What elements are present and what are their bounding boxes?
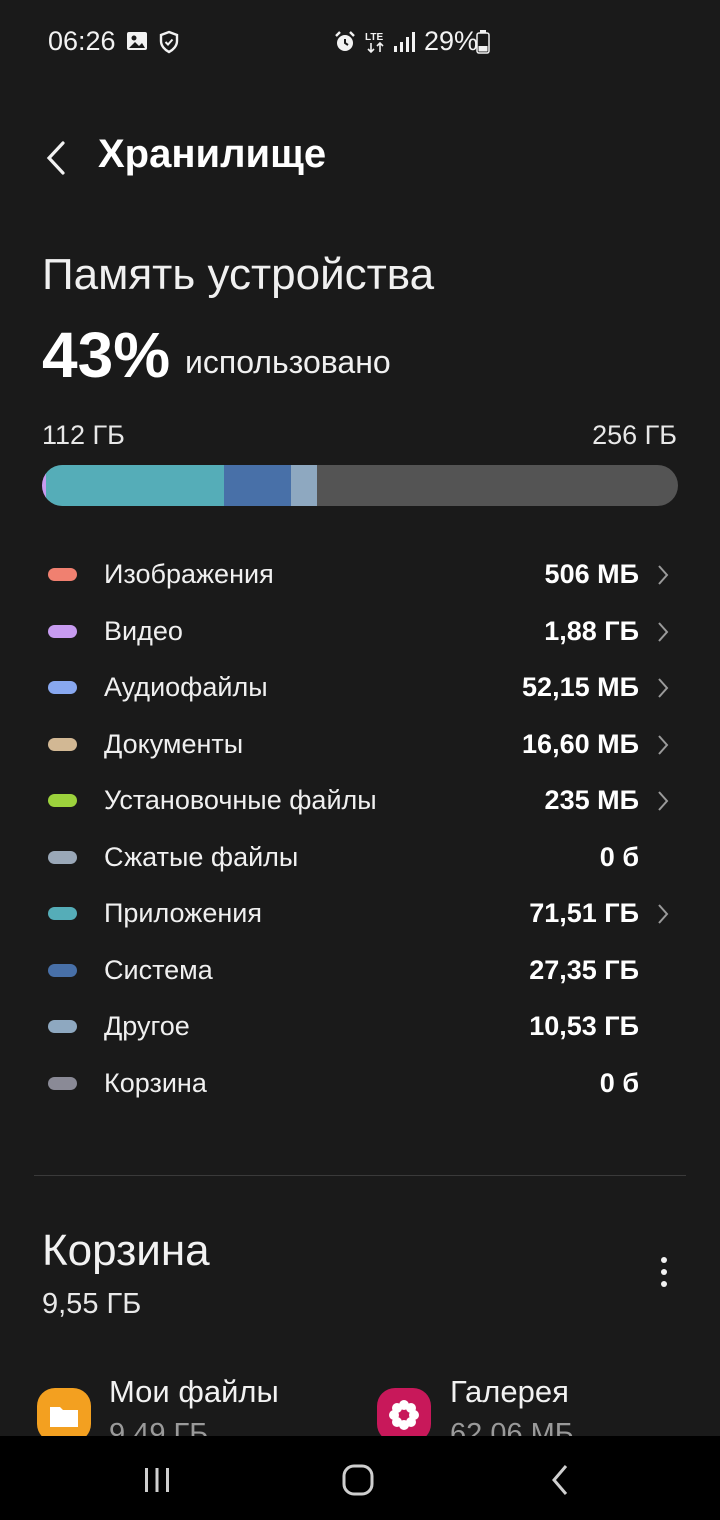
category-color-dot bbox=[48, 850, 77, 864]
svg-text:LTE: LTE bbox=[365, 32, 383, 43]
app-size: 62,06 МБ bbox=[450, 1418, 574, 1436]
category-value: 71,51 ГБ bbox=[529, 898, 639, 928]
nav-back-button[interactable] bbox=[530, 1458, 590, 1502]
more-options-button[interactable] bbox=[646, 1252, 682, 1292]
category-value: 0 б bbox=[599, 1067, 639, 1098]
category-list: Изображения 506 МБ Видео 1,88 ГБ Аудиофайлы 5… bbox=[0, 546, 720, 1111]
category-label: Приложения bbox=[104, 898, 262, 928]
battery-icon bbox=[476, 30, 490, 59]
folder-icon bbox=[37, 1388, 91, 1436]
signal-icon bbox=[393, 32, 415, 57]
status-bar: 06:26 LTE 29% bbox=[0, 0, 720, 84]
app-size: 9,49 ГБ bbox=[109, 1418, 209, 1436]
total-amount: 256 ГБ bbox=[592, 420, 677, 450]
more-vert-icon bbox=[661, 1257, 667, 1287]
chevron-right-icon bbox=[658, 791, 669, 811]
usage-segment bbox=[223, 465, 291, 506]
used-label: использовано bbox=[185, 344, 391, 380]
trash-app-gallery[interactable]: Галерея 62,06 МБ bbox=[377, 1370, 677, 1436]
category-color-dot bbox=[48, 624, 77, 638]
category-row: Другое 10,53 ГБ bbox=[0, 998, 720, 1055]
category-row: Система 27,35 ГБ bbox=[0, 942, 720, 999]
category-label: Корзина bbox=[104, 1067, 207, 1098]
device-memory-title: Память устройства bbox=[42, 250, 435, 299]
category-label: Сжатые файлы bbox=[104, 841, 299, 872]
used-percent: 43% bbox=[42, 319, 171, 391]
used-amount: 112 ГБ bbox=[42, 420, 125, 450]
recents-icon bbox=[145, 1468, 169, 1492]
page-title: Хранилище bbox=[98, 132, 327, 176]
category-color-dot bbox=[48, 963, 77, 977]
category-color-dot bbox=[48, 737, 77, 751]
category-row: Корзина 0 б bbox=[0, 1055, 720, 1112]
navigation-bar bbox=[0, 1436, 720, 1520]
storage-usage-bar bbox=[42, 465, 678, 506]
shield-icon bbox=[158, 30, 180, 59]
category-row[interactable]: Установочные файлы 235 МБ bbox=[0, 772, 720, 829]
trash-title: Корзина bbox=[42, 1226, 210, 1275]
home-icon bbox=[342, 1464, 374, 1496]
chevron-right-icon bbox=[658, 678, 669, 698]
chevron-right-icon bbox=[658, 565, 669, 585]
app-name: Галерея bbox=[450, 1374, 569, 1409]
category-color-dot bbox=[48, 681, 77, 694]
divider bbox=[34, 1175, 686, 1176]
back-button[interactable] bbox=[34, 130, 78, 186]
trash-app-my-files[interactable]: Мои файлы 9,49 ГБ bbox=[37, 1370, 337, 1436]
category-color-dot bbox=[48, 907, 77, 920]
category-row[interactable]: Документы 16,60 МБ bbox=[0, 716, 720, 773]
lte-icon: LTE bbox=[365, 30, 387, 59]
image-icon bbox=[126, 30, 148, 57]
category-value: 1,88 ГБ bbox=[544, 615, 639, 646]
category-value: 27,35 ГБ bbox=[529, 954, 639, 985]
battery-percent: 29% bbox=[424, 26, 479, 56]
recents-button[interactable] bbox=[127, 1458, 187, 1502]
category-row[interactable]: Аудиофайлы 52,15 МБ bbox=[0, 659, 720, 716]
category-value: 235 МБ bbox=[544, 785, 639, 815]
chevron-right-icon bbox=[658, 904, 669, 924]
trash-size: 9,55 ГБ bbox=[42, 1288, 142, 1320]
status-time: 06:26 bbox=[48, 26, 116, 56]
category-label: Другое bbox=[104, 1011, 190, 1041]
usage-segment bbox=[290, 465, 317, 506]
app-bar: Хранилище bbox=[0, 120, 720, 200]
category-value: 0 б bbox=[599, 841, 639, 872]
category-row[interactable]: Изображения 506 МБ bbox=[0, 546, 720, 603]
category-label: Видео bbox=[104, 615, 183, 646]
alarm-icon bbox=[333, 30, 357, 59]
category-row: Сжатые файлы 0 б bbox=[0, 829, 720, 886]
usage-segment bbox=[45, 465, 224, 506]
category-row[interactable]: Приложения 71,51 ГБ bbox=[0, 885, 720, 942]
category-value: 10,53 ГБ bbox=[529, 1011, 639, 1041]
app-name: Мои файлы bbox=[109, 1374, 279, 1409]
category-label: Система bbox=[104, 954, 213, 985]
flower-icon bbox=[377, 1388, 431, 1436]
category-value: 506 МБ bbox=[544, 559, 639, 589]
chevron-left-icon bbox=[46, 141, 65, 175]
category-color-dot bbox=[48, 794, 77, 807]
category-value: 16,60 МБ bbox=[522, 728, 639, 759]
category-color-dot bbox=[48, 1076, 77, 1090]
chevron-right-icon bbox=[658, 621, 669, 642]
home-button[interactable] bbox=[328, 1458, 388, 1502]
back-icon bbox=[552, 1465, 568, 1495]
category-color-dot bbox=[48, 1020, 77, 1033]
category-value: 52,15 МБ bbox=[522, 672, 639, 702]
category-label: Аудиофайлы bbox=[104, 672, 268, 702]
category-row[interactable]: Видео 1,88 ГБ bbox=[0, 603, 720, 660]
category-color-dot bbox=[48, 568, 77, 581]
category-label: Изображения bbox=[104, 559, 274, 589]
category-label: Установочные файлы bbox=[104, 785, 377, 815]
chevron-right-icon bbox=[658, 734, 669, 755]
category-label: Документы bbox=[104, 728, 244, 759]
